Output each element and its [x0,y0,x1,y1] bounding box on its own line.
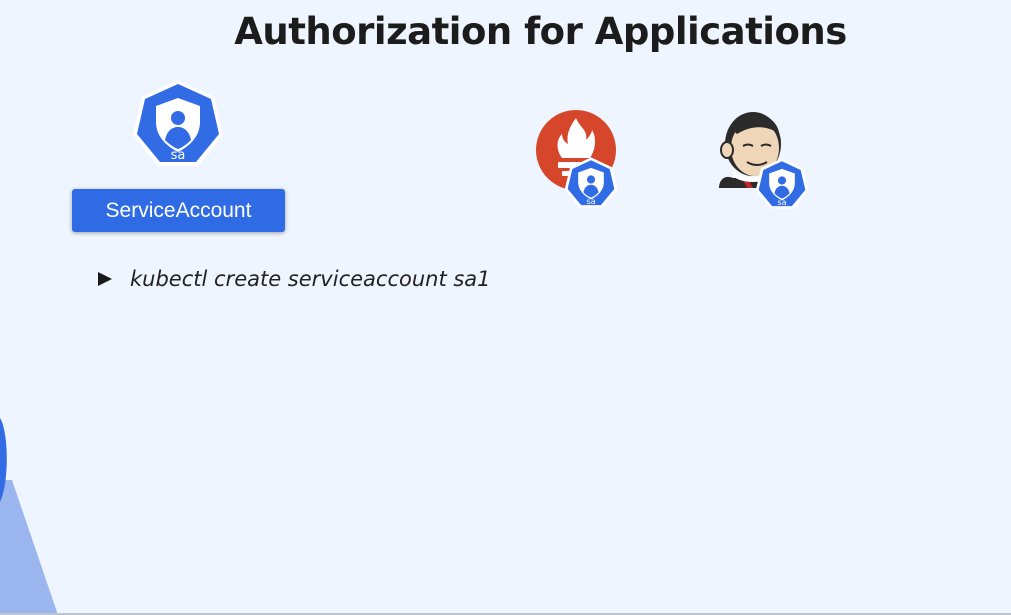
service-account-label: ServiceAccount [72,189,285,232]
sa-caption: sa [171,148,186,163]
sa-caption: sa [586,196,595,206]
slide: Authorization for Applications sa Servic… [0,0,1011,615]
slide-title: Authorization for Applications [234,10,847,53]
bullet-list-item: kubectl create serviceaccount sa1 [96,264,491,294]
decorative-shape [0,418,58,615]
command-text: kubectl create serviceaccount sa1 [130,267,491,291]
service-account-icon: sa [133,80,223,166]
service-account-icon: sa [564,157,618,208]
service-account-icon: sa [755,158,809,209]
sa-caption: sa [777,197,786,207]
triangle-bullet-icon [98,272,112,286]
